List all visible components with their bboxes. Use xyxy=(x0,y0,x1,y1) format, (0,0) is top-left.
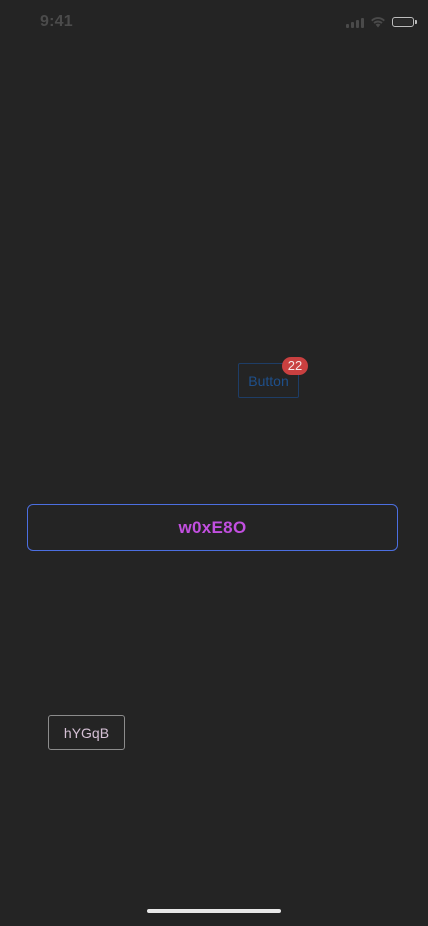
app-screen: 9:41 Button 22 w0xE8O hYGqB xyxy=(0,0,428,926)
status-bar: 9:41 xyxy=(0,0,428,44)
battery-icon xyxy=(392,17,417,27)
secondary-outline-button[interactable]: hYGqB xyxy=(48,715,125,750)
primary-outline-button[interactable]: w0xE8O xyxy=(27,504,398,551)
status-time: 9:41 xyxy=(40,13,73,30)
wifi-icon xyxy=(371,17,385,28)
notification-badge: 22 xyxy=(282,357,308,375)
home-indicator[interactable] xyxy=(147,909,281,913)
cellular-signal-icon xyxy=(346,17,364,28)
ghost-button-container: Button 22 xyxy=(238,357,308,399)
status-icons xyxy=(346,15,417,29)
